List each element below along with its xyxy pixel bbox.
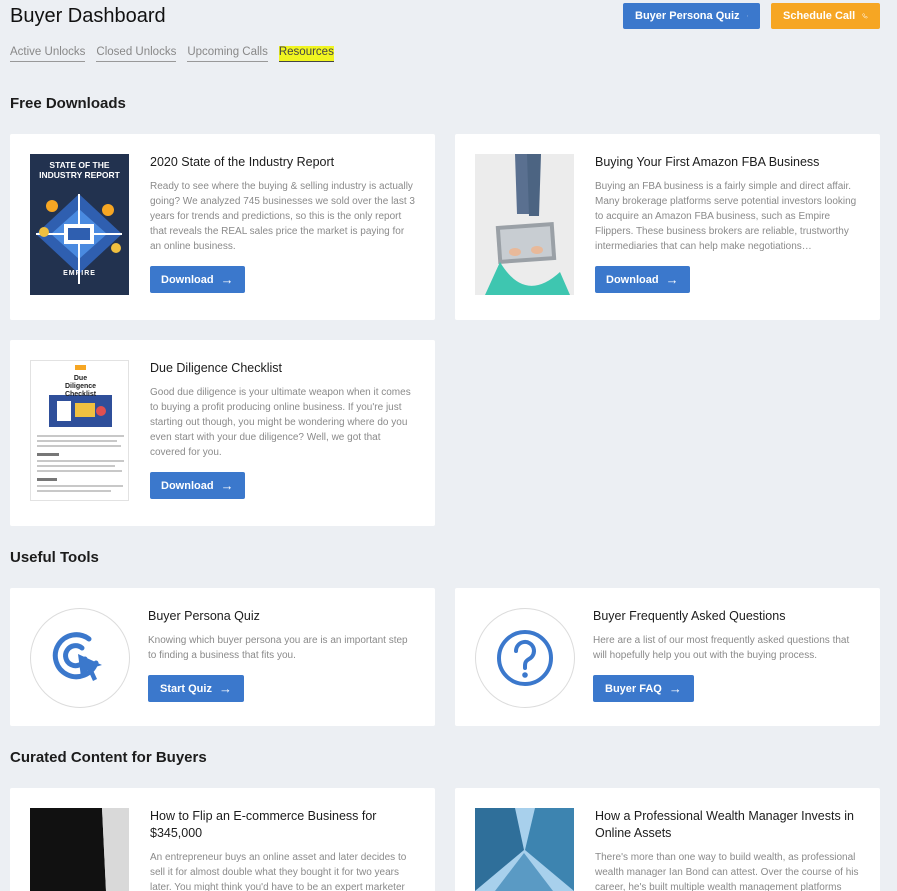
tool-icon-circle bbox=[30, 608, 130, 708]
article-content: How to Flip an E-commerce Business for $… bbox=[150, 808, 415, 891]
article-card-wealth-manager[interactable]: How a Professional Wealth Manager Invest… bbox=[455, 788, 880, 891]
arrow-right-icon: → bbox=[665, 272, 679, 287]
download-label: Download bbox=[606, 273, 659, 286]
arrow-right-icon: → bbox=[220, 272, 234, 287]
tab-resources[interactable]: Resources bbox=[278, 46, 334, 62]
download-card-industry-report: STATE OF THE INDUSTRY REPORT EMPIRE 2020… bbox=[10, 134, 435, 320]
header: Buyer Dashboard Active Unlocks Closed Un… bbox=[10, 0, 880, 70]
card-title: Buyer Persona Quiz bbox=[148, 609, 260, 623]
persona-quiz-content: Buyer Persona Quiz Knowing which buyer p… bbox=[148, 608, 415, 663]
card-title: How a Professional Wealth Manager Invest… bbox=[595, 809, 854, 840]
card-title: How to Flip an E-commerce Business for $… bbox=[150, 809, 377, 840]
arrow-right-icon: → bbox=[218, 681, 232, 696]
amazon-fba-image bbox=[475, 154, 574, 295]
due-diligence-cover: Due Diligence Checklist bbox=[30, 360, 129, 501]
download-label: Download bbox=[161, 479, 214, 492]
download-button[interactable]: Download → bbox=[595, 266, 690, 293]
tool-card-persona-quiz: Buyer Persona Quiz Knowing which buyer p… bbox=[10, 588, 435, 726]
card-title: Buyer Frequently Asked Questions bbox=[593, 609, 786, 623]
card-description: Ready to see where the buying & selling … bbox=[150, 181, 415, 252]
industry-report-cover-title: STATE OF THE INDUSTRY REPORT bbox=[39, 160, 120, 180]
due-diligence-cover-title: Due Diligence Checklist bbox=[64, 375, 97, 398]
arrow-right-icon: → bbox=[220, 478, 234, 493]
download-button[interactable]: Download → bbox=[150, 472, 245, 499]
buyer-persona-quiz-label: Buyer Persona Quiz bbox=[635, 10, 740, 22]
arrow-right-icon: → bbox=[668, 681, 682, 696]
free-downloads-title: Free Downloads bbox=[10, 95, 126, 112]
card-description: Buying an FBA business is a fairly simpl… bbox=[595, 181, 857, 252]
article-content: How a Professional Wealth Manager Invest… bbox=[595, 808, 860, 891]
laptop-photo bbox=[30, 808, 129, 891]
card-description: Good due diligence is your ultimate weap… bbox=[150, 387, 411, 458]
card-title: 2020 State of the Industry Report bbox=[150, 155, 335, 169]
tab-closed-unlocks[interactable]: Closed Unlocks bbox=[96, 46, 177, 62]
schedule-call-label: Schedule Call bbox=[783, 10, 856, 22]
start-quiz-label: Start Quiz bbox=[160, 682, 212, 695]
start-quiz-button[interactable]: Start Quiz → bbox=[148, 675, 244, 702]
industry-report-cover: STATE OF THE INDUSTRY REPORT EMPIRE bbox=[30, 154, 129, 295]
schedule-call-button[interactable]: Schedule Call bbox=[771, 3, 880, 29]
card-description: Knowing which buyer persona you are is a… bbox=[148, 635, 408, 661]
card-description: An entrepreneur buys an online asset and… bbox=[150, 852, 407, 891]
amazon-fba-content: Buying Your First Amazon FBA Business Bu… bbox=[595, 154, 860, 254]
question-circle-icon bbox=[746, 15, 748, 17]
card-title: Buying Your First Amazon FBA Business bbox=[595, 155, 820, 169]
tool-card-buyer-faq: Buyer Frequently Asked Questions Here ar… bbox=[455, 588, 880, 726]
due-diligence-content: Due Diligence Checklist Good due diligen… bbox=[150, 360, 415, 460]
buyer-faq-label: Buyer FAQ bbox=[605, 682, 662, 695]
article-image bbox=[30, 808, 129, 891]
download-button[interactable]: Download → bbox=[150, 266, 245, 293]
buyer-faq-button[interactable]: Buyer FAQ → bbox=[593, 675, 694, 702]
empire-logo-text: EMPIRE bbox=[63, 270, 96, 277]
laptop-photo bbox=[475, 154, 574, 295]
phone-icon bbox=[862, 13, 868, 19]
tool-icon-circle bbox=[475, 608, 575, 708]
card-description: There's more than one way to build wealt… bbox=[595, 852, 859, 891]
buildings-photo bbox=[475, 808, 574, 891]
page-title: Buyer Dashboard bbox=[10, 5, 166, 27]
download-card-due-diligence: Due Diligence Checklist Due Diligence Ch… bbox=[10, 340, 435, 526]
industry-report-content: 2020 State of the Industry Report Ready … bbox=[150, 154, 415, 254]
buyer-faq-content: Buyer Frequently Asked Questions Here ar… bbox=[593, 608, 860, 663]
article-card-ecommerce-flip[interactable]: How to Flip an E-commerce Business for $… bbox=[10, 788, 435, 891]
tab-upcoming-calls[interactable]: Upcoming Calls bbox=[187, 46, 268, 62]
question-circle-icon bbox=[497, 630, 553, 686]
download-label: Download bbox=[161, 273, 214, 286]
tab-active-unlocks[interactable]: Active Unlocks bbox=[10, 46, 86, 62]
curated-content-title: Curated Content for Buyers bbox=[10, 749, 207, 766]
buyer-persona-quiz-button[interactable]: Buyer Persona Quiz bbox=[623, 3, 760, 29]
target-cursor-icon bbox=[52, 632, 102, 681]
useful-tools-title: Useful Tools bbox=[10, 549, 99, 566]
download-card-amazon-fba: Buying Your First Amazon FBA Business Bu… bbox=[455, 134, 880, 320]
card-title: Due Diligence Checklist bbox=[150, 361, 283, 375]
card-description: Here are a list of our most frequently a… bbox=[593, 635, 850, 661]
article-image bbox=[475, 808, 574, 891]
tab-bar: Active Unlocks Closed Unlocks Upcoming C… bbox=[10, 46, 334, 62]
